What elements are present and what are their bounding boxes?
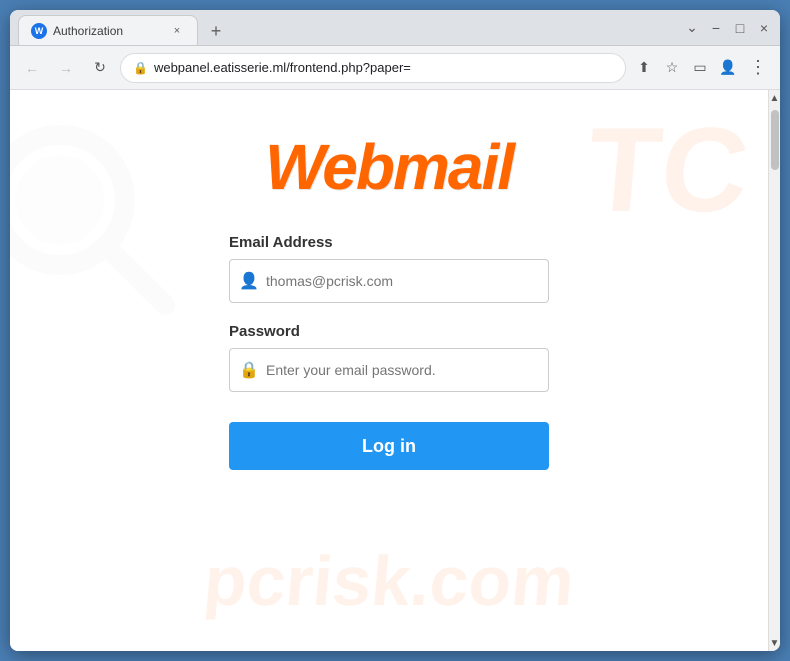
scrollbar-up-arrow[interactable]: ▲ [769, 90, 780, 106]
content-area: TC pcrisk.com Webmail Email Address 👤 Pa… [10, 90, 780, 651]
scrollbar[interactable]: ▲ ▼ [768, 90, 780, 651]
tab-favicon: W [31, 23, 47, 39]
active-tab[interactable]: W Authorization × [18, 15, 198, 45]
new-tab-button[interactable]: + [202, 17, 230, 45]
scrollbar-down-arrow[interactable]: ▼ [769, 635, 780, 651]
password-input[interactable] [229, 348, 549, 392]
lock-icon: 🔒 [133, 61, 148, 75]
share-icon[interactable]: ⬆ [632, 56, 656, 80]
browser-window: W Authorization × + ⌄ − □ × ← → ↻ 🔒 webp… [10, 10, 780, 651]
forward-button[interactable]: → [52, 54, 80, 82]
login-container: Webmail Email Address 👤 Password 🔒 Log i… [10, 90, 768, 510]
login-button[interactable]: Log in [229, 422, 549, 470]
password-input-wrap: 🔒 [229, 348, 549, 392]
tab-title: Authorization [53, 24, 163, 38]
watermark-bottom-text: pcrisk.com [10, 541, 768, 621]
email-input[interactable] [229, 259, 549, 303]
reload-button[interactable]: ↻ [86, 54, 114, 82]
profile-icon[interactable]: 👤 [716, 56, 740, 80]
window-minimize-button[interactable]: − [708, 20, 724, 36]
scrollbar-thumb[interactable] [771, 110, 779, 170]
login-form: Email Address 👤 Password 🔒 Log in [229, 234, 549, 470]
bookmark-icon[interactable]: ☆ [660, 56, 684, 80]
password-label: Password [229, 323, 549, 340]
browser-menu-button[interactable]: ⋮ [744, 54, 772, 82]
email-user-icon: 👤 [239, 271, 259, 291]
window-maximize-button[interactable]: □ [732, 20, 748, 36]
window-collapse-button[interactable]: ⌄ [684, 19, 700, 36]
page-content: TC pcrisk.com Webmail Email Address 👤 Pa… [10, 90, 768, 651]
tab-strip: W Authorization × + [18, 10, 676, 45]
address-bar-input-wrap[interactable]: 🔒 webpanel.eatisserie.ml/frontend.php?pa… [120, 53, 626, 83]
address-bar-icons: ⬆ ☆ ▭ 👤 ⋮ [632, 54, 772, 82]
email-input-wrap: 👤 [229, 259, 549, 303]
back-button[interactable]: ← [18, 54, 46, 82]
title-bar: W Authorization × + ⌄ − □ × [10, 10, 780, 46]
window-close-button[interactable]: × [756, 20, 772, 36]
tablet-mode-icon[interactable]: ▭ [688, 56, 712, 80]
tab-close-button[interactable]: × [169, 23, 185, 39]
address-bar: ← → ↻ 🔒 webpanel.eatisserie.ml/frontend.… [10, 46, 780, 90]
email-label: Email Address [229, 234, 549, 251]
url-display: webpanel.eatisserie.ml/frontend.php?pape… [154, 60, 613, 75]
webmail-logo: Webmail [265, 130, 513, 204]
password-lock-icon: 🔒 [239, 360, 259, 380]
title-bar-controls: ⌄ − □ × [684, 19, 772, 36]
